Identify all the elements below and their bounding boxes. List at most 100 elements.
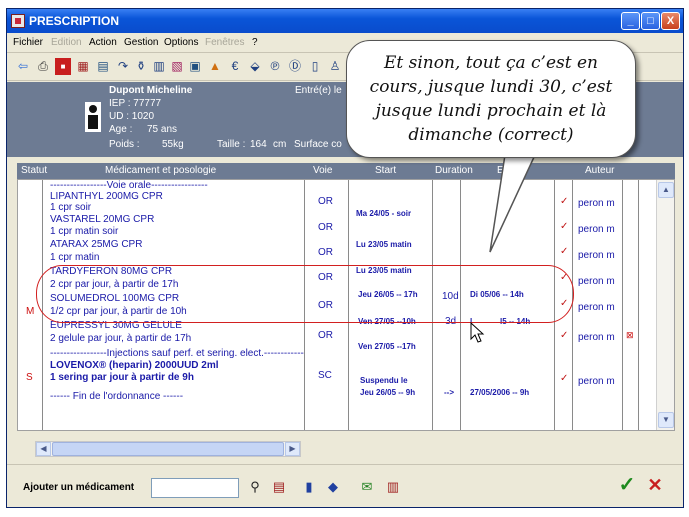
stop-icon[interactable]: ■	[55, 58, 71, 75]
menu-help[interactable]: ?	[252, 37, 258, 48]
mouse-cursor-icon	[470, 322, 485, 343]
status-badge: S	[26, 372, 33, 383]
maximize-button[interactable]: □	[641, 12, 660, 30]
scroll-left-icon[interactable]: ◀	[36, 442, 51, 456]
d-icon[interactable]: Ⓓ	[287, 58, 303, 75]
col-statut[interactable]: Statut	[21, 165, 47, 176]
route-cell: SC	[318, 370, 332, 381]
height-value: 164	[250, 139, 267, 150]
col-end[interactable]: End	[497, 165, 515, 176]
end-cell: 27/05/2006 -- 9h	[470, 388, 530, 397]
minimize-button[interactable]: _	[621, 12, 640, 30]
grid-icon[interactable]: ▦	[75, 58, 91, 75]
add-medication-input[interactable]	[151, 478, 239, 498]
col-start[interactable]: Start	[375, 165, 396, 176]
col-duration[interactable]: Duration	[435, 165, 473, 176]
stamp-icon[interactable]: ▤	[269, 477, 289, 497]
weight-value: 55kg	[162, 139, 184, 150]
scroll-right-icon[interactable]: ▶	[285, 442, 300, 456]
col-auteur[interactable]: Auteur	[585, 165, 614, 176]
entry-label: Entré(e) le	[295, 85, 342, 96]
vertical-scrollbar[interactable]: ▲ ▼	[656, 180, 674, 430]
author-cell: peron m	[578, 276, 615, 287]
menu-action[interactable]: Action	[89, 37, 117, 48]
column-divider	[622, 180, 623, 430]
document-icon[interactable]: ▯	[307, 58, 323, 75]
menu-edition: Edition	[51, 37, 82, 48]
warning-icon[interactable]: ▲	[207, 58, 223, 75]
table-icon[interactable]: ▤	[95, 58, 111, 75]
validated-check-icon: ✓	[560, 246, 569, 257]
pill-icon[interactable]: ⬙	[247, 58, 263, 75]
person-icon[interactable]: ♙	[327, 58, 343, 75]
start-cell: Jeu 26/05 -- 9h	[360, 388, 416, 397]
author-cell: peron m	[578, 224, 615, 235]
binoculars-icon[interactable]: ⚲	[245, 477, 265, 497]
start-cell: Lu 23/05 matin	[356, 240, 412, 249]
list-item: 1 cpr matin soir	[50, 226, 119, 237]
table-row[interactable]: LIPANTHYL 200MG CPR	[50, 191, 163, 202]
highlight-oval	[36, 265, 574, 323]
list-item: -----------------Voie orale-------------…	[50, 180, 208, 191]
menu-options[interactable]: Options	[164, 37, 198, 48]
route-cell: OR	[318, 196, 333, 207]
col-medicament[interactable]: Médicament et posologie	[105, 165, 216, 176]
patient-ud: UD : 1020	[109, 111, 155, 122]
column-divider	[638, 180, 639, 430]
list-item: -----------------Injections sauf perf. e…	[50, 348, 304, 359]
height-unit: cm	[273, 139, 287, 150]
age-value: 75 ans	[147, 124, 178, 135]
form-icon[interactable]: ▣	[187, 58, 203, 75]
author-cell: peron m	[578, 332, 615, 343]
table-row[interactable]: LOVENOX® (heparin) 2000UUD 2ml	[50, 360, 219, 371]
bottom-bar: Ajouter un médicament ⚲ ▤ ▮ ◆ ✉ ▥ ✓ ✕	[7, 464, 683, 508]
trash-icon[interactable]: ▮	[299, 477, 319, 497]
menu-fichier[interactable]: Fichier	[13, 37, 43, 48]
validated-check-icon: ✓	[560, 221, 569, 232]
route-cell: OR	[318, 222, 333, 233]
patient-iep: IEP : 77777	[109, 98, 162, 109]
scroll-up-icon[interactable]: ▲	[658, 182, 674, 198]
table-header: Statut Médicament et posologie Voie Star…	[17, 163, 675, 179]
alert-flag-icon[interactable]: ⊠	[626, 330, 634, 341]
start-cell: Suspendu le	[360, 376, 408, 385]
book-icon[interactable]: ◆	[323, 477, 343, 497]
start-cell: Ven 27/05 --17h	[358, 342, 416, 351]
chart-icon[interactable]: ▧	[169, 58, 185, 75]
scroll-thumb[interactable]	[52, 442, 284, 456]
print-icon[interactable]: ⎙	[35, 58, 51, 75]
col-voie[interactable]: Voie	[313, 165, 332, 176]
list-item: 1 cpr soir	[50, 202, 92, 213]
ok-button[interactable]: ✓	[617, 475, 637, 495]
author-cell: peron m	[578, 250, 615, 261]
list-item: 1 cpr matin	[50, 252, 100, 263]
scroll-down-icon[interactable]: ▼	[658, 412, 674, 428]
duration-cell: -->	[444, 388, 454, 397]
bottle-icon[interactable]: ⚱	[133, 58, 149, 75]
add-medication-label: Ajouter un médicament	[23, 482, 135, 493]
author-cell: peron m	[578, 376, 615, 387]
validated-check-icon: ✓	[560, 373, 569, 384]
height-label: Taille :	[217, 139, 246, 150]
start-cell: Ma 24/05 - soir	[356, 209, 412, 218]
route-cell: OR	[318, 247, 333, 258]
route-icon[interactable]: ↷	[115, 58, 131, 75]
speech-callout: Et sinon, tout ça c’est en cours, jusque…	[346, 40, 636, 158]
euro-icon[interactable]: €	[227, 58, 243, 75]
author-cell: peron m	[578, 198, 615, 209]
calculator-icon[interactable]: ▥	[383, 477, 403, 497]
p-icon[interactable]: ℗	[267, 58, 283, 75]
table-row[interactable]: VASTAREL 20MG CPR	[50, 214, 154, 225]
menu-gestion[interactable]: Gestion	[124, 37, 158, 48]
calendar-icon[interactable]: ▥	[151, 58, 167, 75]
menu-fenetres: Fenêtres	[205, 37, 245, 48]
horizontal-scrollbar[interactable]: ◀ ▶	[35, 441, 301, 457]
close-button[interactable]: X	[661, 12, 680, 30]
age-label: Age :	[109, 124, 133, 135]
exit-icon[interactable]: ⇦	[15, 58, 31, 75]
window-title: PRESCRIPTION	[29, 14, 120, 28]
mail-icon[interactable]: ✉	[357, 477, 377, 497]
table-row[interactable]: ATARAX 25MG CPR	[50, 239, 142, 250]
weight-label: Poids :	[109, 139, 140, 150]
cancel-button[interactable]: ✕	[645, 475, 665, 495]
